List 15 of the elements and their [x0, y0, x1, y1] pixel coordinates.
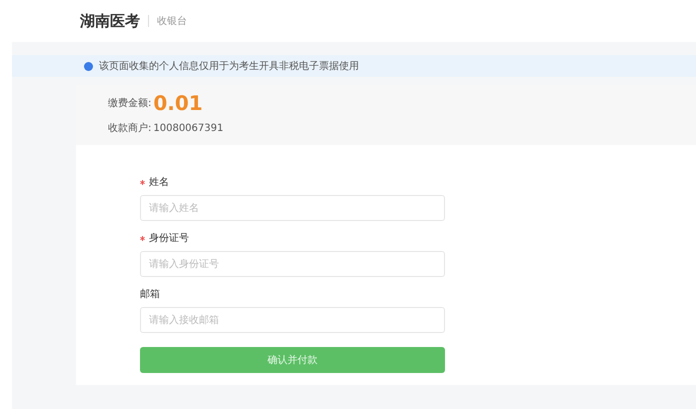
notice-text: 该页面收集的个人信息仅用于为考生开具非税电子票据使用 — [99, 60, 359, 73]
input-field[interactable]: 请输入身份证号 — [140, 251, 445, 277]
amount-value: 0.01 — [153, 91, 203, 115]
info-dot-icon — [84, 62, 93, 70]
field-label: 邮箱 — [140, 288, 161, 301]
field-label: 身份证号 — [140, 231, 696, 245]
input-field[interactable]: 请输入姓名 — [140, 195, 445, 221]
page-subtitle: 收银台 — [157, 14, 187, 28]
merchant-label: 收款商户: — [108, 122, 152, 135]
brand-title: 湖南医考 — [80, 12, 140, 30]
field-label: 姓名 — [140, 175, 696, 189]
input-field[interactable]: 请输入接收邮箱 — [140, 307, 445, 333]
merchant-id: 10080067391 — [153, 122, 224, 134]
confirm-pay-button[interactable]: 确认并付款 — [140, 347, 445, 373]
amount-label: 缴费金额: — [108, 96, 152, 110]
